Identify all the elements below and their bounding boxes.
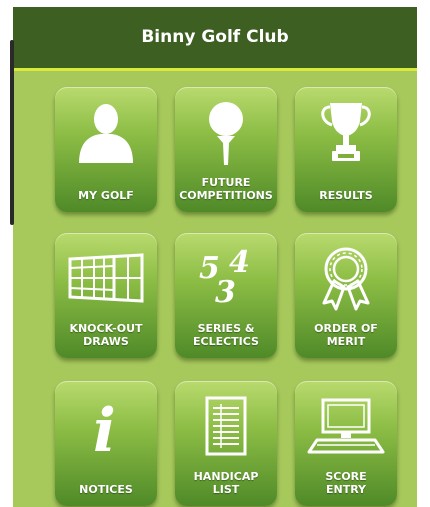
tile-label: FUTURE COMPETITIONS <box>179 176 273 202</box>
tile-label: SERIES & ECLECTICS <box>193 322 259 348</box>
bracket-grid-icon <box>55 245 157 311</box>
numbers-icon-digit-c: 4 <box>229 248 250 280</box>
tile-future-competitions[interactable]: FUTURE COMPETITIONS <box>175 87 277 212</box>
golf-ball-on-tee-icon <box>175 99 277 165</box>
tile-label: ORDER OF MERIT <box>314 322 378 348</box>
rosette-icon <box>295 245 397 311</box>
tile-knock-out-draws[interactable]: KNOCK-OUT DRAWS <box>55 233 157 358</box>
window-edge <box>10 40 14 225</box>
trophy-icon <box>295 99 397 165</box>
page-title: Binny Golf Club <box>141 27 289 47</box>
person-silhouette-icon <box>55 99 157 165</box>
app-screen: Binny Golf Club MY GOLF FUTURE COMPETITI… <box>13 7 417 507</box>
tile-label: NOTICES <box>79 483 133 496</box>
tile-label: HANDICAP LIST <box>193 470 259 496</box>
tile-series-eclectics[interactable]: 5 3 4 SERIES & ECLECTICS <box>175 233 277 358</box>
computer-icon <box>295 393 397 459</box>
tile-label: RESULTS <box>319 189 373 202</box>
tile-my-golf[interactable]: MY GOLF <box>55 87 157 212</box>
tile-order-of-merit[interactable]: ORDER OF MERIT <box>295 233 397 358</box>
tile-label: MY GOLF <box>78 189 134 202</box>
tile-label: SCORE ENTRY <box>325 470 367 496</box>
list-document-icon <box>175 393 277 459</box>
tile-score-entry[interactable]: SCORE ENTRY <box>295 381 397 506</box>
info-icon: i <box>55 393 157 459</box>
tile-notices[interactable]: i NOTICES <box>55 381 157 506</box>
tile-handicap-list[interactable]: HANDICAP LIST <box>175 381 277 506</box>
header-bar: Binny Golf Club <box>13 7 417 71</box>
tile-label: KNOCK-OUT DRAWS <box>69 322 143 348</box>
numbers-icon: 5 3 4 <box>175 245 277 311</box>
info-icon-glyph: i <box>93 396 116 457</box>
tile-results[interactable]: RESULTS <box>295 87 397 212</box>
